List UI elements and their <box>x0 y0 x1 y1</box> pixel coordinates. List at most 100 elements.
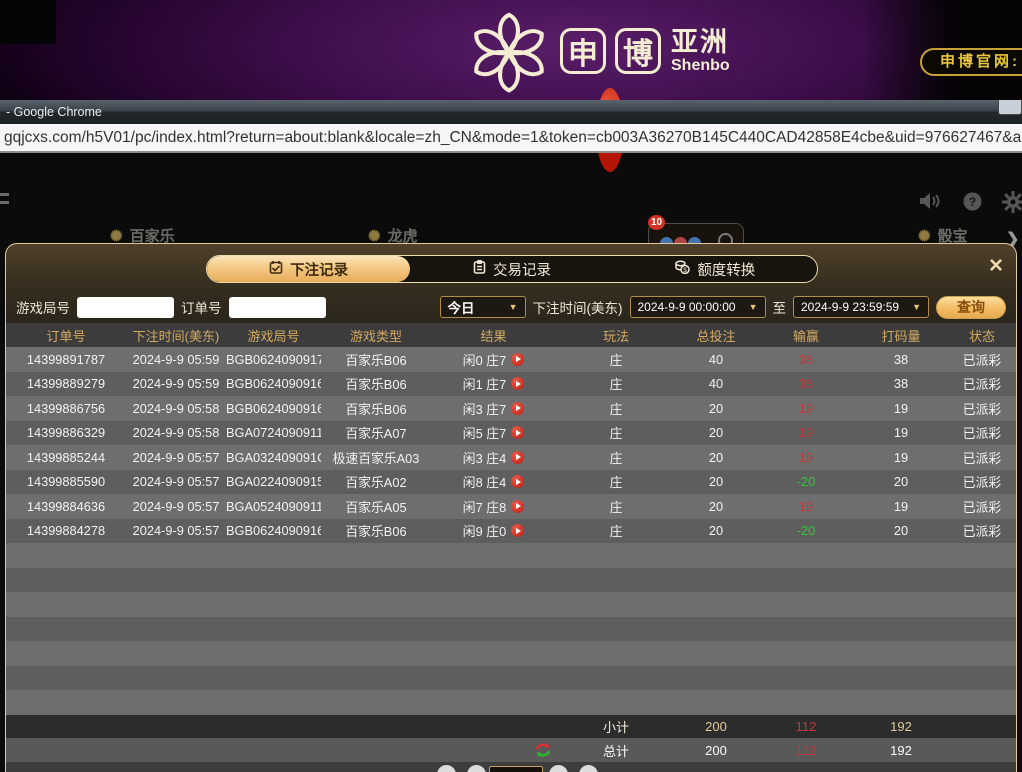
column-header: 状态 <box>946 326 1017 345</box>
close-icon[interactable]: × <box>989 254 1003 278</box>
win-lose-cell: 19 <box>756 425 856 440</box>
table-row: 143998852442024-9-9 05:57BGA032409091C3极… <box>6 445 1016 470</box>
tab-icon <box>269 260 283 278</box>
replay-button[interactable] <box>511 353 524 366</box>
window-control-button[interactable] <box>998 100 1022 115</box>
table-row: 143998846362024-9-9 05:57BGA05240909111百… <box>6 494 1016 519</box>
replay-button[interactable] <box>511 524 524 537</box>
column-header: 游戏类型 <box>321 326 431 345</box>
official-site-button[interactable]: 申博官网: <box>920 48 1022 76</box>
replay-button[interactable] <box>511 377 524 390</box>
cell: 已派彩 <box>946 350 1017 369</box>
svg-text:?: ? <box>969 195 976 209</box>
cell: 38 <box>856 352 946 367</box>
brand-char-1: 申 <box>560 28 606 74</box>
column-header: 结果 <box>431 326 556 345</box>
brand-characters: 申 博 <box>560 28 661 74</box>
column-header: 输赢 <box>756 326 856 345</box>
cell: 20 <box>676 401 756 416</box>
total-row: 总计 200 112 192 <box>6 738 1016 762</box>
cell: 已派彩 <box>946 521 1017 540</box>
subtotal-bet: 200 <box>676 719 756 734</box>
browser-titlebar[interactable]: - Google Chrome <box>0 100 1022 124</box>
tab-icon: $ <box>675 260 690 278</box>
win-lose-cell: 38 <box>756 352 856 367</box>
cell: 14399885590 <box>6 474 126 489</box>
cell: 百家乐A05 <box>321 497 431 516</box>
table-row: 143998863292024-9-9 05:58BGA0724090911F百… <box>6 421 1016 446</box>
result-cell: 闲8 庄4 <box>431 472 556 491</box>
cell: 20 <box>676 450 756 465</box>
gear-icon[interactable] <box>1002 191 1022 213</box>
pagination-page-input[interactable] <box>489 766 543 772</box>
tab-transaction-records[interactable]: 交易记录 <box>410 256 613 282</box>
sicbo-icon: ✺ <box>918 227 931 245</box>
tab-credit-transfer[interactable]: $额度转换 <box>614 256 817 282</box>
game-round-input[interactable] <box>77 297 174 318</box>
date-range-select[interactable]: 今日 ▼ <box>440 296 526 318</box>
result-cell: 闲3 庄4 <box>431 448 556 467</box>
browser-urlbar[interactable]: gqjcxs.com/h5V01/pc/index.html?return=ab… <box>0 124 1022 153</box>
table-row-empty <box>6 592 1016 617</box>
site-header: 申 博 亚洲 Shenbo 申博官网: <box>0 0 1022 100</box>
table-body: 143998917872024-9-9 05:59BGB06240909170百… <box>6 347 1016 715</box>
cell: 百家乐B06 <box>321 399 431 418</box>
help-icon[interactable]: ? <box>962 191 983 212</box>
total-turnover: 192 <box>856 743 946 758</box>
header-corner-dark <box>0 0 56 44</box>
replay-button[interactable] <box>511 500 524 513</box>
cell: 14399884636 <box>6 499 126 514</box>
subtotal-turnover: 192 <box>856 719 946 734</box>
search-button[interactable]: 查询 <box>936 296 1006 319</box>
brand-logo: 申 博 亚洲 Shenbo <box>468 8 730 94</box>
cell: 19 <box>856 425 946 440</box>
cell: 已派彩 <box>946 374 1017 393</box>
table-row: 143998917872024-9-9 05:59BGB06240909170百… <box>6 347 1016 372</box>
win-lose-cell: 38 <box>756 376 856 391</box>
cell: 19 <box>856 401 946 416</box>
replay-button[interactable] <box>511 451 524 464</box>
cell: BGB0624090916F <box>226 376 321 391</box>
cell: 20 <box>856 474 946 489</box>
cell: 2024-9-9 05:58 <box>126 425 226 440</box>
cell: 百家乐B06 <box>321 350 431 369</box>
refresh-icon[interactable] <box>534 742 552 758</box>
column-header: 打码量 <box>856 326 946 345</box>
replay-button[interactable] <box>511 402 524 415</box>
result-cell: 闲3 庄7 <box>431 399 556 418</box>
date-from-select[interactable]: 2024-9-9 00:00:00 ▼ <box>630 296 766 318</box>
cell: 2024-9-9 05:57 <box>126 474 226 489</box>
cell: 庄 <box>556 399 676 418</box>
order-input[interactable] <box>229 297 326 318</box>
table-row-empty <box>6 617 1016 642</box>
replay-button[interactable] <box>511 475 524 488</box>
cell: 14399886329 <box>6 425 126 440</box>
cell: 14399885244 <box>6 450 126 465</box>
tab-bet-records[interactable]: 下注记录 <box>207 256 410 282</box>
win-lose-cell: 19 <box>756 401 856 416</box>
menu-icon[interactable] <box>0 193 9 204</box>
table-row: 143998867562024-9-9 05:58BGB0624090916E百… <box>6 396 1016 421</box>
speaker-icon[interactable] <box>918 191 942 211</box>
url-text: gqjcxs.com/h5V01/pc/index.html?return=ab… <box>4 129 1022 147</box>
subtotal-row: 小计 200 112 192 <box>6 715 1016 738</box>
notification-badge: 10 <box>648 215 665 230</box>
subtotal-win: 112 <box>756 719 856 734</box>
win-lose-cell: 19 <box>756 499 856 514</box>
win-lose-cell: -20 <box>756 474 856 489</box>
cell: 19 <box>856 450 946 465</box>
cell: 极速百家乐A03 <box>321 448 431 467</box>
order-label: 订单号 <box>181 297 222 317</box>
cell: BGA02240909153 <box>226 474 321 489</box>
column-header: 玩法 <box>556 326 676 345</box>
cell: 14399884278 <box>6 523 126 538</box>
filter-bar: 游戏局号 订单号 今日 ▼ 下注时间(美东) 2024-9-9 00:00:00… <box>6 291 1016 323</box>
brand-en: Shenbo <box>671 58 730 74</box>
cell: BGA032409091C3 <box>226 450 321 465</box>
table-row-empty <box>6 690 1016 715</box>
cell: 40 <box>676 376 756 391</box>
cell: 庄 <box>556 521 676 540</box>
date-to-select[interactable]: 2024-9-9 23:59:59 ▼ <box>793 296 929 318</box>
dragon-tiger-icon: ✺ <box>368 227 381 245</box>
replay-button[interactable] <box>511 426 524 439</box>
